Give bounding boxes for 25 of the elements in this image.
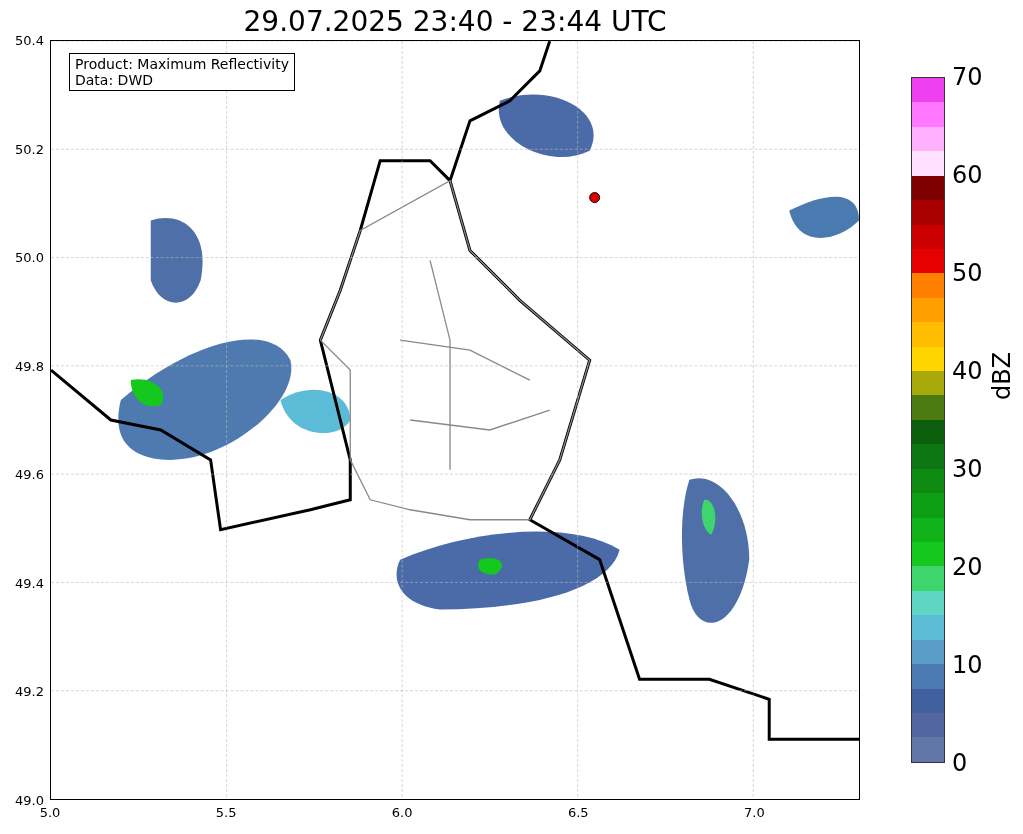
y-tick-label: 49.4 <box>15 575 44 591</box>
x-tick-label: 6.5 <box>567 805 589 820</box>
y-tick-label: 49.0 <box>15 792 44 808</box>
y-tick-label: 50.4 <box>15 32 44 48</box>
colorbar-tick-label: 0 <box>952 749 968 777</box>
colorbar-label: dBZ <box>988 351 1016 400</box>
legend-text: Data: DWD <box>75 72 154 88</box>
x-tick-label: 5.0 <box>39 805 61 820</box>
colorbar-tick-label: 20 <box>952 553 983 581</box>
colorbar-tick-label: 50 <box>952 259 983 287</box>
colorbar-tick-label: 10 <box>952 651 983 679</box>
colorbar-tick-label: 40 <box>952 357 983 385</box>
colorbar-tick-label: 60 <box>952 161 983 189</box>
y-tick-label: 49.8 <box>15 358 44 374</box>
x-tick-label: 5.5 <box>215 805 237 820</box>
legend-text: Product: Maximum Reflectivity <box>75 56 289 72</box>
y-tick-label: 49.2 <box>15 683 44 699</box>
colorbar-tick-label: 70 <box>952 63 983 91</box>
colorbar-tick-label: 30 <box>952 455 983 483</box>
y-tick-label: 49.6 <box>15 466 44 482</box>
x-tick-label: 6.0 <box>391 805 413 820</box>
chart-title: 29.07.2025 23:40 - 23:44 UTC <box>242 4 668 40</box>
y-tick-label: 50.2 <box>15 141 44 157</box>
y-tick-label: 50.0 <box>15 249 44 265</box>
x-tick-label: 7.0 <box>744 805 765 820</box>
